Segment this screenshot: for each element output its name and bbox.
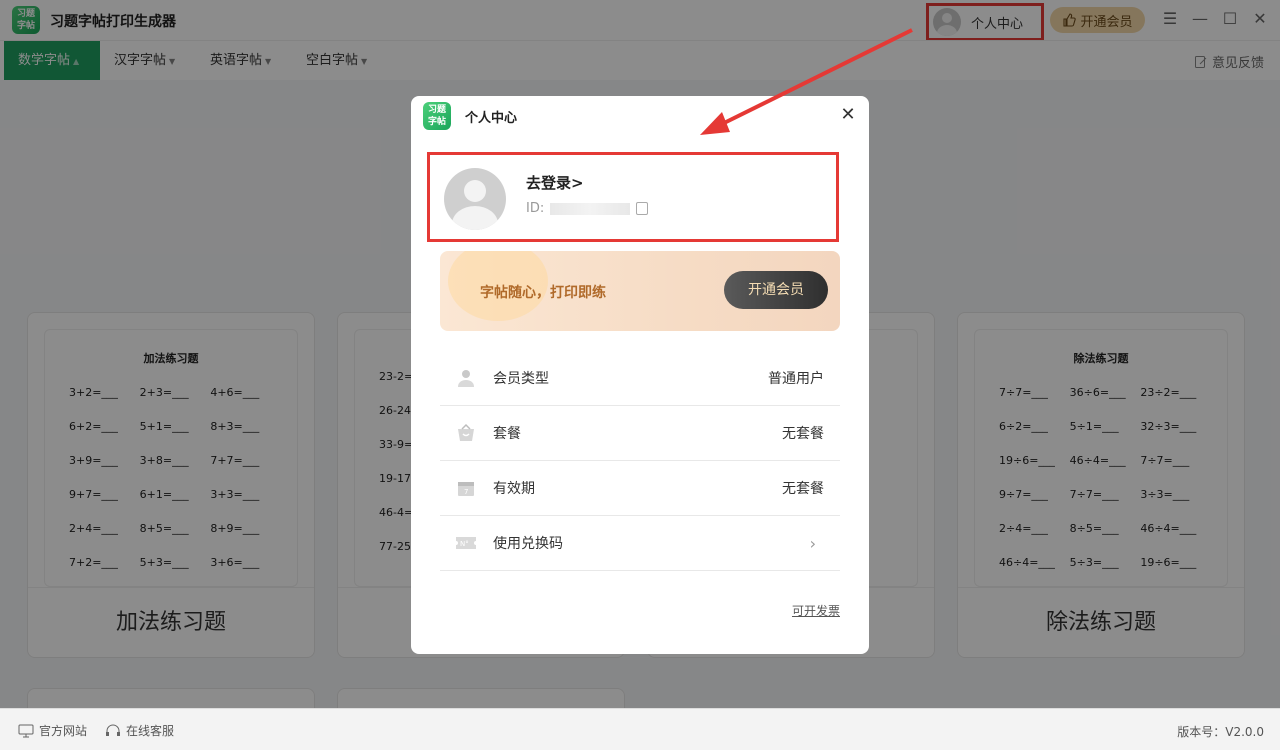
login-link[interactable]: 去登录> xyxy=(526,172,584,193)
user-center-dialog: 习题 字帖 个人中心 ✕ 去登录> ID: 字帖随心，打印即练 开通会员 会员类… xyxy=(411,96,869,654)
dialog-close-icon[interactable]: ✕ xyxy=(837,104,859,125)
headset-icon xyxy=(106,724,120,736)
row-label: 使用兑换码 xyxy=(493,536,563,552)
monitor-icon xyxy=(18,724,34,737)
row-label: 有效期 xyxy=(493,481,535,497)
row-label: 会员类型 xyxy=(493,371,549,387)
avatar-icon xyxy=(444,168,506,230)
id-value-masked xyxy=(550,202,631,215)
id-label: ID: xyxy=(526,201,545,216)
svg-text:N°: N° xyxy=(460,540,469,548)
row-value: 无套餐 xyxy=(782,426,824,442)
row-value: 无套餐 xyxy=(782,481,824,497)
logo-text-2: 字帖 xyxy=(427,117,446,127)
row-member-type: 会员类型 普通用户 xyxy=(440,351,840,406)
copy-icon[interactable] xyxy=(636,202,649,215)
row-validity: 7 有效期 无套餐 xyxy=(440,461,840,516)
footer: 官方网站 在线客服 版本号：V2.0.0 xyxy=(0,708,1280,750)
row-package: 套餐 无套餐 xyxy=(440,406,840,461)
bag-icon xyxy=(455,422,477,444)
vip-slogan: 字帖随心，打印即练 xyxy=(480,285,606,301)
user-id: ID: xyxy=(526,201,649,216)
version-label: 版本号：V2.0.0 xyxy=(1177,725,1264,739)
support-link[interactable]: 在线客服 xyxy=(105,722,174,739)
coupon-icon: N° xyxy=(455,532,477,554)
user-icon xyxy=(455,367,477,389)
official-site-link[interactable]: 官方网站 xyxy=(18,722,87,739)
official-site-label: 官方网站 xyxy=(39,724,88,738)
vip-banner: 字帖随心，打印即练 开通会员 xyxy=(440,251,840,331)
invoice-link[interactable]: 可开发票 xyxy=(792,602,840,619)
dialog-logo-icon: 习题 字帖 xyxy=(423,102,451,130)
row-redeem-code[interactable]: N° 使用兑换码 › xyxy=(440,516,840,571)
logo-text-1: 习题 xyxy=(427,105,446,115)
svg-text:7: 7 xyxy=(464,488,468,496)
row-value: 普通用户 xyxy=(768,371,824,387)
banner-open-vip-button[interactable]: 开通会员 xyxy=(724,271,828,309)
dialog-title: 个人中心 xyxy=(465,111,518,126)
chevron-right-icon: › xyxy=(809,533,816,553)
profile-section[interactable]: 去登录> ID: xyxy=(427,152,839,242)
row-label: 套餐 xyxy=(493,426,521,442)
calendar-icon: 7 xyxy=(455,477,477,499)
support-label: 在线客服 xyxy=(126,724,175,738)
